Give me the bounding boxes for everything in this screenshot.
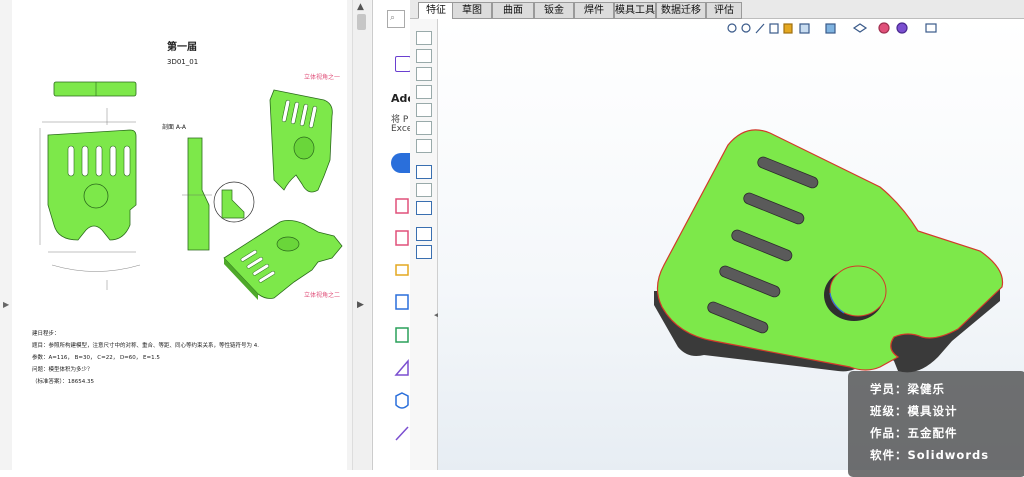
scroll-right-arrow-icon[interactable]: ▶	[357, 300, 364, 310]
engineering-drawing	[39, 81, 343, 300]
pen-icon	[395, 426, 409, 441]
search-box[interactable]: ⌕	[387, 10, 405, 28]
heads-up-view-toolbar	[726, 21, 966, 43]
mirror-icon[interactable]	[416, 245, 432, 259]
display-style-icon	[825, 23, 836, 34]
extrude-cut-icon[interactable]	[416, 103, 432, 117]
apply-scene-icon	[896, 22, 908, 34]
adobe-tools-panel: ⌕ Ado 将 P Exce	[372, 0, 411, 470]
tab-mold-tools[interactable]: 模具工具	[614, 2, 656, 19]
adobe-tool-icons	[394, 198, 409, 441]
note-line: 参数：A=116， B=30， C=22， D=60， E=1.5	[32, 355, 160, 361]
revolve-boss-icon[interactable]	[416, 49, 432, 63]
pdf-scrollbar[interactable]: ▲ ▶	[352, 0, 371, 470]
view-settings-icon	[925, 23, 937, 33]
fillet-icon[interactable]	[416, 139, 432, 153]
convert-button[interactable]	[391, 153, 411, 173]
pdf-page: 第一届 3D01_01 剖面 A-A 立体视角之一 立体视角之二 建日程步： 题…	[12, 0, 347, 470]
export-pdf-icon	[395, 294, 409, 310]
view-orientation-icon	[799, 23, 810, 34]
comment-icon	[395, 264, 409, 276]
fill-sign-icon	[394, 358, 409, 376]
adobe-heading: Ado	[391, 92, 411, 105]
tab-sheet-metal[interactable]: 钣金	[534, 2, 574, 19]
dynamic-annotation-icon	[783, 23, 793, 34]
class-line: 班级：模具设计	[870, 404, 958, 418]
note-line: 题目：参照所构建模型，注意尺寸中的对称、重合、等距、同心等约束关系，等性链符号为…	[32, 343, 259, 349]
edit-pdf-icon[interactable]	[395, 56, 411, 72]
software-line: 软件：Solidwords	[870, 448, 990, 462]
left-expand-arrow-icon[interactable]: ▶	[3, 300, 9, 309]
view-toolbar-icons	[727, 22, 937, 34]
edit-appearance-icon	[878, 22, 890, 34]
revolve-cut-icon[interactable]	[416, 121, 432, 135]
tab-weldments[interactable]: 焊件	[574, 2, 614, 19]
reference-geometry-icon[interactable]	[416, 165, 432, 179]
loft-icon[interactable]	[416, 85, 432, 99]
doc-notes: 建日程步： 题目：参照所构建模型，注意尺寸中的对称、重合、等距、同心等约束关系，…	[32, 328, 337, 388]
combine-files-icon	[395, 230, 409, 246]
tab-features[interactable]: 特征	[418, 2, 454, 19]
command-manager-tabs: 特征 草图 曲面 钣金 焊件 模具工具 数据迁移 评估	[410, 0, 1024, 19]
part-model-3d[interactable]	[618, 109, 1024, 409]
pattern-icon[interactable]	[416, 227, 432, 241]
tab-sketch[interactable]: 草图	[452, 2, 492, 19]
note-line: （标准答案）：18654.35	[32, 379, 94, 385]
zoom-to-fit-icon	[727, 23, 737, 33]
note-line: 建日程步：	[32, 331, 60, 337]
solidworks-window: 特征 草图 曲面 钣金 焊件 模具工具 数据迁移 评估 ◀ 学员：梁健乐 班级：…	[410, 0, 1024, 477]
work-line: 作品：五金配件	[870, 426, 958, 440]
zoom-area-icon	[741, 23, 751, 33]
search-icon: ⌕	[390, 13, 396, 23]
pdf-viewer-pane: 第一届 3D01_01 剖面 A-A 立体视角之一 立体视角之二 建日程步： 题…	[0, 0, 372, 470]
protect-icon	[395, 392, 409, 409]
note-line: 问题：模型体积为多少？	[32, 367, 93, 373]
tab-data-migration[interactable]: 数据迁移	[656, 2, 706, 19]
3d-graphics-viewport[interactable]: 学员：梁健乐 班级：模具设计 作品：五金配件 软件：Solidwords	[438, 19, 1024, 477]
create-pdf-icon	[395, 198, 409, 214]
extrude-boss-icon[interactable]	[416, 31, 432, 45]
adobe-description-line: Exce	[391, 124, 411, 134]
curves-icon[interactable]	[416, 183, 432, 197]
organize-pages-icon	[395, 327, 409, 343]
author-info-overlay: 学员：梁健乐 班级：模具设计 作品：五金配件 软件：Solidwords	[848, 371, 1024, 477]
instant3d-icon[interactable]	[416, 201, 432, 215]
scroll-thumb[interactable]	[357, 14, 366, 30]
section-view-icon	[769, 23, 779, 34]
scroll-up-icon[interactable]: ▲	[357, 2, 364, 12]
feature-command-strip: ◀	[410, 19, 439, 470]
tab-surfaces[interactable]: 曲面	[492, 2, 534, 19]
student-line: 学员：梁健乐	[870, 382, 945, 396]
sweep-icon[interactable]	[416, 67, 432, 81]
hide-show-icon	[852, 23, 868, 33]
tab-evaluate[interactable]: 评估	[706, 2, 742, 19]
previous-view-icon	[755, 23, 765, 34]
